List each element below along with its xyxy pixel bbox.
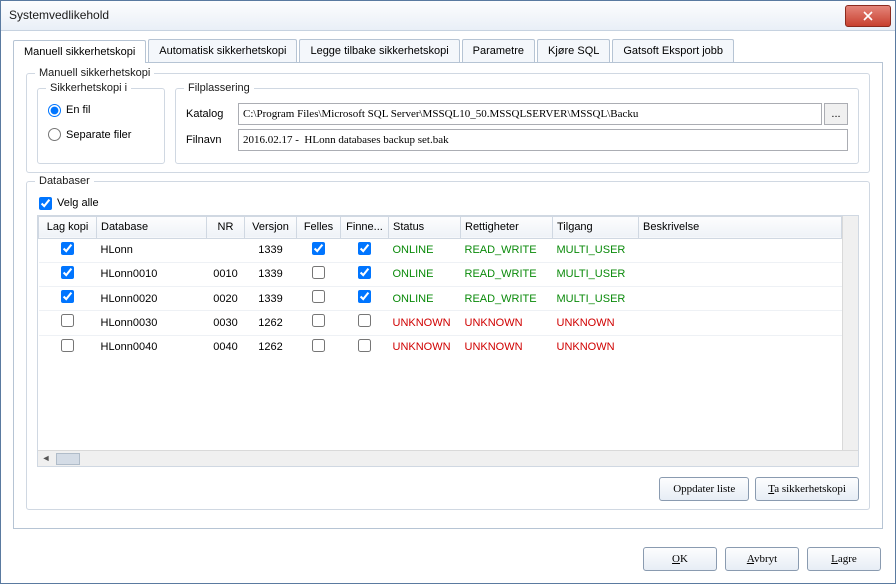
tab-manuell-sikkerhetskopi[interactable]: Manuell sikkerhetskopi (13, 40, 146, 63)
col-header[interactable]: Versjon (245, 216, 297, 238)
col-header[interactable]: Rettigheter (461, 216, 553, 238)
close-button[interactable] (845, 5, 891, 27)
copy-checkbox[interactable] (61, 290, 74, 303)
filnavn-label: Filnavn (186, 133, 238, 147)
tab-gatsoft-eksport-jobb[interactable]: Gatsoft Eksport jobb (612, 39, 734, 62)
copy-checkbox[interactable] (61, 266, 74, 279)
window: Systemvedlikehold Manuell sikkerhetskopi… (0, 0, 896, 584)
close-icon (863, 11, 873, 21)
finne-checkbox[interactable] (358, 242, 371, 255)
select-all-checkbox[interactable] (39, 197, 52, 210)
copy-checkbox[interactable] (61, 242, 74, 255)
location-label: Filplassering (184, 81, 254, 95)
table-row[interactable]: HLonn004000401262UNKNOWNUNKNOWNUNKNOWN (39, 335, 842, 359)
felles-checkbox[interactable] (312, 314, 325, 327)
felles-checkbox[interactable] (312, 290, 325, 303)
felles-checkbox[interactable] (312, 339, 325, 352)
finne-checkbox[interactable] (358, 339, 371, 352)
browse-button[interactable]: ... (824, 103, 848, 125)
window-title: Systemvedlikehold (9, 8, 845, 24)
databases-group: Databaser Velg alle (26, 181, 870, 510)
radio-one-file-label: En fil (66, 103, 90, 117)
target-label: Sikkerhetskopi i (46, 81, 131, 95)
table-row[interactable]: HLonn1339ONLINEREAD_WRITEMULTI_USER (39, 238, 842, 262)
footer: OK Avbryt Lagre (1, 539, 895, 583)
radio-one-file[interactable] (48, 104, 61, 117)
felles-checkbox[interactable] (312, 242, 325, 255)
katalog-label: Katalog (186, 107, 238, 121)
select-all-label: Velg alle (57, 196, 99, 210)
tab-parametre[interactable]: Parametre (462, 39, 535, 62)
file-location-group: Filplassering Katalog ... Filnavn (175, 88, 859, 164)
tab-strip: Manuell sikkerhetskopiAutomatisk sikkerh… (13, 39, 883, 63)
content: Manuell sikkerhetskopiAutomatisk sikkerh… (1, 31, 895, 539)
titlebar: Systemvedlikehold (1, 1, 895, 31)
radio-separate-label: Separate filer (66, 128, 131, 142)
col-header[interactable]: Felles (297, 216, 341, 238)
refresh-button[interactable]: Oppdater liste (659, 477, 749, 501)
col-header[interactable]: NR (207, 216, 245, 238)
felles-checkbox[interactable] (312, 266, 325, 279)
radio-separate[interactable] (48, 128, 61, 141)
table-row[interactable]: HLonn002000201339ONLINEREAD_WRITEMULTI_U… (39, 287, 842, 311)
table-row[interactable]: HLonn003000301262UNKNOWNUNKNOWNUNKNOWN (39, 311, 842, 335)
databases-label: Databaser (35, 174, 94, 188)
backup-target-group: Sikkerhetskopi i En fil Separate filer (37, 88, 165, 164)
col-header[interactable]: Database (97, 216, 207, 238)
col-header[interactable]: Status (389, 216, 461, 238)
col-header[interactable]: Lag kopi (39, 216, 97, 238)
copy-checkbox[interactable] (61, 339, 74, 352)
save-button[interactable]: Lagre (807, 547, 881, 571)
group-label: Manuell sikkerhetskopi (35, 66, 154, 80)
manual-backup-group: Manuell sikkerhetskopi Sikkerhetskopi i … (26, 73, 870, 173)
filnavn-input[interactable] (238, 129, 848, 151)
vertical-scrollbar[interactable] (842, 216, 858, 450)
ok-button[interactable]: OK (643, 547, 717, 571)
tab-automatisk-sikkerhetskopi[interactable]: Automatisk sikkerhetskopi (148, 39, 297, 62)
scroll-left-icon: ◄ (38, 452, 54, 466)
backup-button[interactable]: Ta sikkerhetskopi (755, 477, 859, 501)
finne-checkbox[interactable] (358, 290, 371, 303)
finne-checkbox[interactable] (358, 266, 371, 279)
databases-table: Lag kopiDatabaseNRVersjonFellesFinne...S… (38, 216, 842, 359)
col-header[interactable]: Beskrivelse (639, 216, 842, 238)
tab-kj-re-sql[interactable]: Kjøre SQL (537, 39, 610, 62)
col-header[interactable]: Finne... (341, 216, 389, 238)
scroll-thumb[interactable] (56, 453, 80, 465)
table-row[interactable]: HLonn001000101339ONLINEREAD_WRITEMULTI_U… (39, 262, 842, 286)
katalog-input[interactable] (238, 103, 822, 125)
tab-legge-tilbake-sikkerhetskopi[interactable]: Legge tilbake sikkerhetskopi (299, 39, 459, 62)
horizontal-scrollbar[interactable]: ◄ (38, 450, 858, 466)
col-header[interactable]: Tilgang (553, 216, 639, 238)
finne-checkbox[interactable] (358, 314, 371, 327)
grid: Lag kopiDatabaseNRVersjonFellesFinne...S… (37, 215, 859, 467)
tab-body: Manuell sikkerhetskopi Sikkerhetskopi i … (13, 63, 883, 529)
copy-checkbox[interactable] (61, 314, 74, 327)
cancel-button[interactable]: Avbryt (725, 547, 799, 571)
